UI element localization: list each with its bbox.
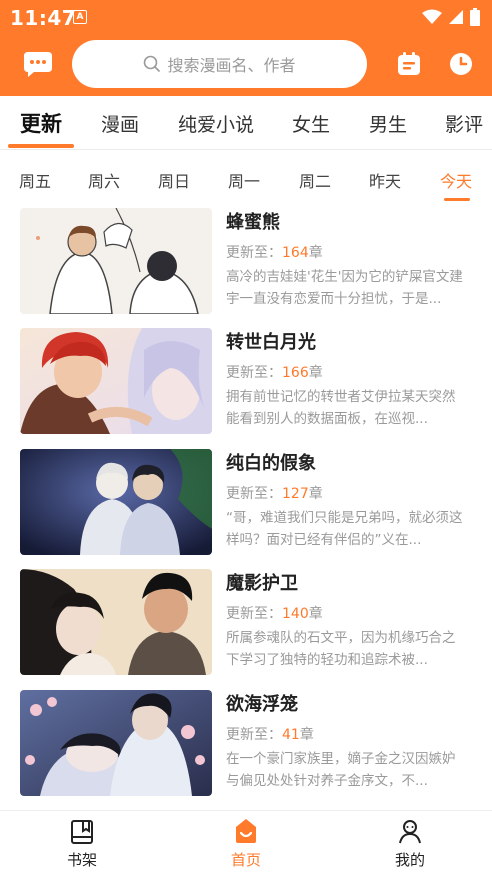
nav-bookshelf-label: 书架: [66, 851, 97, 869]
item-update: 更新至：140章: [226, 606, 323, 622]
list-item[interactable]: 纯白的假象 更新至：127章 “哥，难道我们只能是兄弟吗，就必须这样吗？面对已经…: [20, 449, 472, 555]
day-tab-today[interactable]: 今天: [440, 168, 472, 192]
item-title: 转世白月光: [226, 332, 316, 353]
cover-image[interactable]: [20, 208, 212, 314]
search-icon: [144, 55, 161, 73]
search-placeholder: 搜索漫画名、作者: [167, 56, 296, 75]
day-tab-friday[interactable]: 周五: [19, 168, 51, 192]
wifi-icon: [422, 9, 442, 24]
app-header: 11:47 A 搜索漫画名、作者: [0, 0, 492, 96]
item-update: 更新至：164章: [226, 245, 323, 261]
item-title: 蜂蜜熊: [226, 212, 280, 233]
cover-image[interactable]: [20, 690, 212, 796]
notification-badge: A: [73, 10, 87, 24]
item-title: 欲海浮笼: [226, 694, 298, 715]
signal-icon: [449, 10, 463, 24]
day-tab-saturday[interactable]: 周六: [88, 168, 120, 192]
nav-profile-label: 我的: [394, 851, 425, 869]
calendar-button[interactable]: [393, 48, 425, 80]
cover-image[interactable]: [20, 449, 212, 555]
battery-icon: [470, 8, 480, 26]
day-tab-yesterday[interactable]: 昨天: [369, 168, 401, 192]
active-tab-indicator: [8, 144, 74, 148]
home-icon: [236, 819, 256, 843]
item-description: 所属参魂队的石文平，因为机缘巧合之下学习了独特的轻功和追踪术被...: [226, 630, 456, 668]
list-item[interactable]: 转世白月光 更新至：166章 拥有前世记忆的转世者艾伊拉某天突然能看到别人的数据…: [20, 328, 472, 434]
message-button[interactable]: [20, 48, 56, 80]
tab-reviews[interactable]: 影评: [445, 110, 483, 137]
tab-male[interactable]: 男生: [369, 110, 407, 137]
history-button[interactable]: [445, 48, 477, 80]
item-description: 高冷的吉娃娃'花生'因为它的铲屎官文建宇一直没有恋爱而十分担忧，于是...: [226, 269, 463, 307]
item-description: 在一个豪门家族里，嫡子金之汉因嫉妒与偏见处处针对养子金序文，不...: [226, 751, 456, 789]
list-item[interactable]: 欲海浮笼 更新至：41章 在一个豪门家族里，嫡子金之汉因嫉妒与偏见处处针对养子金…: [20, 690, 472, 796]
tab-update[interactable]: 更新: [20, 108, 62, 138]
update-list: 蜂蜜熊 更新至：164章 高冷的吉娃娃'花生'因为它的铲屎官文建宇一直没有恋爱而…: [0, 208, 492, 808]
item-description: 拥有前世记忆的转世者艾伊拉某天突然能看到别人的数据面板，在巡视...: [226, 389, 456, 427]
day-tabs: 周五 周六 周日 周一 周二 昨天 今天: [0, 152, 492, 206]
search-input[interactable]: 搜索漫画名、作者: [72, 40, 367, 88]
bottom-navigation: 书架 首页 我的: [0, 810, 492, 876]
calendar-icon: [398, 52, 420, 75]
nav-profile[interactable]: 我的: [370, 817, 450, 870]
profile-icon: [399, 820, 421, 844]
category-tabs: 更新 漫画 纯爱小说 女生 男生 影评: [0, 96, 492, 150]
cover-image[interactable]: [20, 328, 212, 434]
system-icons: [422, 8, 480, 26]
cover-image[interactable]: [20, 569, 212, 675]
tab-comics[interactable]: 漫画: [101, 110, 139, 137]
nav-home-label: 首页: [230, 851, 261, 869]
tab-female[interactable]: 女生: [292, 110, 330, 137]
item-description: “哥，难道我们只能是兄弟吗，就必须这样吗？面对已经有伴侣的”义在...: [226, 510, 463, 548]
day-tab-tuesday[interactable]: 周二: [299, 168, 331, 192]
chat-bubble-icon: [24, 52, 52, 77]
bookshelf-icon: [71, 820, 93, 844]
active-day-indicator: [444, 198, 470, 201]
clock-icon: [450, 53, 472, 75]
item-update: 更新至：166章: [226, 365, 323, 381]
day-tab-monday[interactable]: 周一: [228, 168, 260, 192]
nav-bookshelf[interactable]: 书架: [42, 817, 122, 870]
item-update: 更新至：127章: [226, 486, 323, 502]
nav-home[interactable]: 首页: [206, 817, 286, 870]
item-title: 纯白的假象: [226, 453, 316, 474]
list-item[interactable]: 魔影护卫 更新至：140章 所属参魂队的石文平，因为机缘巧合之下学习了独特的轻功…: [20, 569, 472, 675]
item-update: 更新至：41章: [226, 727, 314, 743]
status-time: 11:47: [10, 6, 77, 30]
status-bar: 11:47 A: [0, 0, 492, 34]
item-title: 魔影护卫: [226, 573, 298, 594]
tab-romance-novels[interactable]: 纯爱小说: [178, 110, 254, 137]
list-item[interactable]: 蜂蜜熊 更新至：164章 高冷的吉娃娃'花生'因为它的铲屎官文建宇一直没有恋爱而…: [20, 208, 472, 314]
day-tab-sunday[interactable]: 周日: [158, 168, 190, 192]
